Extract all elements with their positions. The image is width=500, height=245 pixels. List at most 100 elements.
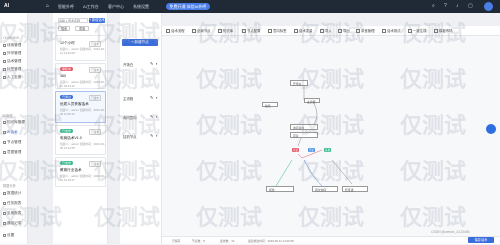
card-title: 优质人员获客话术 bbox=[60, 102, 89, 106]
node-item-3[interactable]: 询问意向 bbox=[123, 115, 137, 120]
sidebar-item-5[interactable]: 人工坐席 bbox=[3, 75, 21, 80]
nav-item-4[interactable]: 系统设置 bbox=[133, 4, 149, 10]
tool-template[interactable]: 模板市场 bbox=[434, 28, 453, 34]
nav-item-3[interactable]: 客户中心 bbox=[108, 4, 124, 10]
tag-icon bbox=[3, 67, 6, 71]
edit-icon[interactable]: ✎ bbox=[150, 61, 153, 66]
delete-icon[interactable]: ▪ bbox=[156, 95, 157, 100]
sidebar-item-10[interactable]: 数据统计 bbox=[3, 191, 21, 196]
flow-node-main[interactable]: 主流程 bbox=[304, 98, 320, 104]
sidebar-item-6[interactable]: 知识库管理 bbox=[3, 120, 25, 125]
flow-canvas[interactable]: 开场白 主流程 询问意向 同意 肯定 否定 其他 拒绝 再次询问 结束语 挂机 … bbox=[162, 36, 500, 245]
edit-icon[interactable]: ✎ bbox=[150, 133, 153, 138]
tool-intent-tag[interactable]: 意向标签 bbox=[268, 28, 287, 34]
node-item-1[interactable]: 开场白 bbox=[123, 62, 133, 67]
tool-node-config[interactable]: 节点配置 bbox=[242, 28, 261, 34]
script-card-2[interactable]: 审核中 360 创建人：admin 创建时间：2023-06-10 09:31:… bbox=[55, 63, 106, 89]
list-icon bbox=[3, 43, 6, 47]
sidebar-item-12[interactable]: 坐席报表 bbox=[3, 211, 21, 216]
bell-icon[interactable]: ♪ bbox=[456, 3, 459, 9]
tool-knowledge[interactable]: 知识库 bbox=[218, 28, 233, 34]
variable-icon bbox=[294, 29, 298, 34]
sidebar-item-14[interactable]: 设置 bbox=[3, 233, 14, 238]
edit-icon[interactable]: ✎ bbox=[150, 114, 153, 119]
sidebar-item-2[interactable]: 外呼管理 bbox=[3, 51, 21, 56]
trial-button[interactable]: 免费开通 体验AI外呼 bbox=[166, 3, 210, 10]
flow-node-agree[interactable]: 同意 bbox=[290, 132, 318, 138]
flow-node-refuse[interactable]: 拒绝 bbox=[266, 186, 294, 192]
status-node-count: 节点数：8 bbox=[192, 238, 205, 243]
script-card-3[interactable]: 已通过 优质人员获客话术 创建人：admin 创建时间：2023-06-08 1… bbox=[55, 91, 106, 123]
flow-node-end[interactable]: 结束语 bbox=[342, 186, 368, 192]
help-icon[interactable]: ? bbox=[444, 3, 447, 9]
edit-icon[interactable]: ✎ bbox=[150, 95, 153, 100]
flow-node-ask[interactable]: 询问意向 bbox=[290, 124, 318, 130]
node-icon bbox=[3, 140, 6, 144]
reset-button[interactable]: 重置 bbox=[75, 26, 89, 31]
help-float-button[interactable] bbox=[486, 124, 496, 134]
status-badge: 已发布 bbox=[89, 95, 101, 101]
delete-icon[interactable]: ▪ bbox=[156, 114, 157, 119]
sidebar-item-9[interactable]: 意图管理 bbox=[3, 150, 21, 155]
flow-node-hangup[interactable]: 挂机 bbox=[262, 102, 278, 108]
sidebar-item-13[interactable]: 通话记录 bbox=[3, 221, 21, 226]
home-icon[interactable]: ⌂ bbox=[46, 3, 49, 9]
script-card-4[interactable]: 已发布 电商话术V1.0 创建人：admin 创建时间：2023-06-05 1… bbox=[55, 125, 106, 155]
tool-generate[interactable]: 一键生成 bbox=[408, 28, 427, 34]
sidebar-item-1[interactable]: 线索管理 bbox=[3, 43, 21, 48]
nav-item-2[interactable]: AI工作台 bbox=[83, 4, 99, 10]
delete-icon[interactable]: ▪ bbox=[156, 133, 157, 138]
node-panel bbox=[120, 13, 162, 244]
flow-icon bbox=[166, 29, 170, 34]
script-card-1[interactable]: 12个小时 创建人：admin 创建时间：2023-06-12 14:20:08… bbox=[55, 35, 106, 61]
intent-tag-yes: 肯定 bbox=[292, 148, 300, 152]
fullscreen-icon[interactable]: ▢ bbox=[468, 3, 473, 9]
delete-icon[interactable]: ▪ bbox=[156, 61, 157, 66]
tool-export[interactable]: 导出 bbox=[338, 28, 350, 34]
tool-flow[interactable]: 话术流程 bbox=[166, 28, 185, 34]
flow-node-start[interactable]: 开场白 bbox=[290, 80, 308, 86]
sidebar-item-3[interactable]: 话术管理 bbox=[3, 59, 21, 64]
tool-recording[interactable]: 录音管理 bbox=[356, 28, 375, 34]
mic-icon bbox=[356, 29, 360, 34]
sidebar: LEARNING 线索管理 外呼管理 话术管理 标签管理 人工坐席 AI管理 知… bbox=[0, 13, 28, 244]
card-meta: 创建人：admin 创建时间：2023-06-10 09:31:42 bbox=[60, 80, 105, 88]
sidebar-item-11[interactable]: 任务报表 bbox=[3, 201, 21, 206]
global-icon bbox=[192, 29, 196, 34]
config-icon bbox=[242, 29, 246, 34]
add-script-button[interactable]: + 新增话术 bbox=[89, 18, 105, 23]
status-tag: 已通过 bbox=[60, 95, 74, 99]
tool-global-node[interactable]: 全局节点 bbox=[192, 28, 211, 34]
flow-node-again[interactable]: 再次询问 bbox=[312, 186, 338, 192]
sidebar-section-1: LEARNING bbox=[3, 36, 20, 40]
intent-tag-other: 其他 bbox=[324, 148, 332, 152]
canvas-toolbar: 话术流程 全局节点 知识库 节点配置 意向标签 话术变量 导入 导出 录音管理 … bbox=[162, 26, 500, 36]
card-meta: 创建人：admin 创建时间：2023-06-05 16:42:55 bbox=[60, 142, 105, 150]
user-avatar[interactable] bbox=[484, 2, 493, 11]
search-input[interactable] bbox=[58, 18, 88, 23]
nav-item-1[interactable]: 智能外呼 bbox=[58, 4, 74, 10]
search-button[interactable]: 搜索 bbox=[58, 26, 70, 31]
sidebar-section-2: AI管理 bbox=[3, 114, 13, 118]
node-item-4[interactable]: 挂机节点 bbox=[123, 134, 137, 139]
card-meta: 创建人：admin 创建时间：2023-06-01 10:18:27 bbox=[60, 174, 105, 182]
status-badge: 已发布 bbox=[89, 67, 101, 73]
sidebar-item-8[interactable]: 节点管理 bbox=[3, 140, 21, 145]
export-icon bbox=[338, 29, 342, 34]
source-credit: CSDN @weixin_4123456 bbox=[431, 230, 470, 234]
tool-test[interactable]: 话术测试 bbox=[382, 28, 401, 34]
search-icon[interactable]: ⌕ bbox=[432, 3, 435, 9]
app-logo[interactable]: AI bbox=[4, 3, 9, 9]
sidebar-item-7[interactable]: AI话术 bbox=[3, 130, 18, 135]
phone-icon bbox=[3, 51, 6, 55]
script-card-5[interactable]: 已发布 教育行业话术 创建人：admin 创建时间：2023-06-01 10:… bbox=[55, 157, 106, 187]
sidebar-item-4[interactable]: 标签管理 bbox=[3, 67, 21, 72]
save-script-button[interactable]: 保存话术 bbox=[468, 237, 494, 243]
card-meta: 创建人：admin 创建时间：2023-06-12 14:20:08 bbox=[60, 47, 105, 55]
node-item-2[interactable]: 主流程 bbox=[123, 96, 133, 101]
add-node-button[interactable]: + 新增节点 bbox=[122, 39, 158, 46]
tool-import[interactable]: 导入 bbox=[320, 28, 332, 34]
status-badge: 已发布 bbox=[89, 41, 101, 47]
card-title: 12个小时 bbox=[60, 41, 75, 45]
tool-variable[interactable]: 话术变量 bbox=[294, 28, 313, 34]
